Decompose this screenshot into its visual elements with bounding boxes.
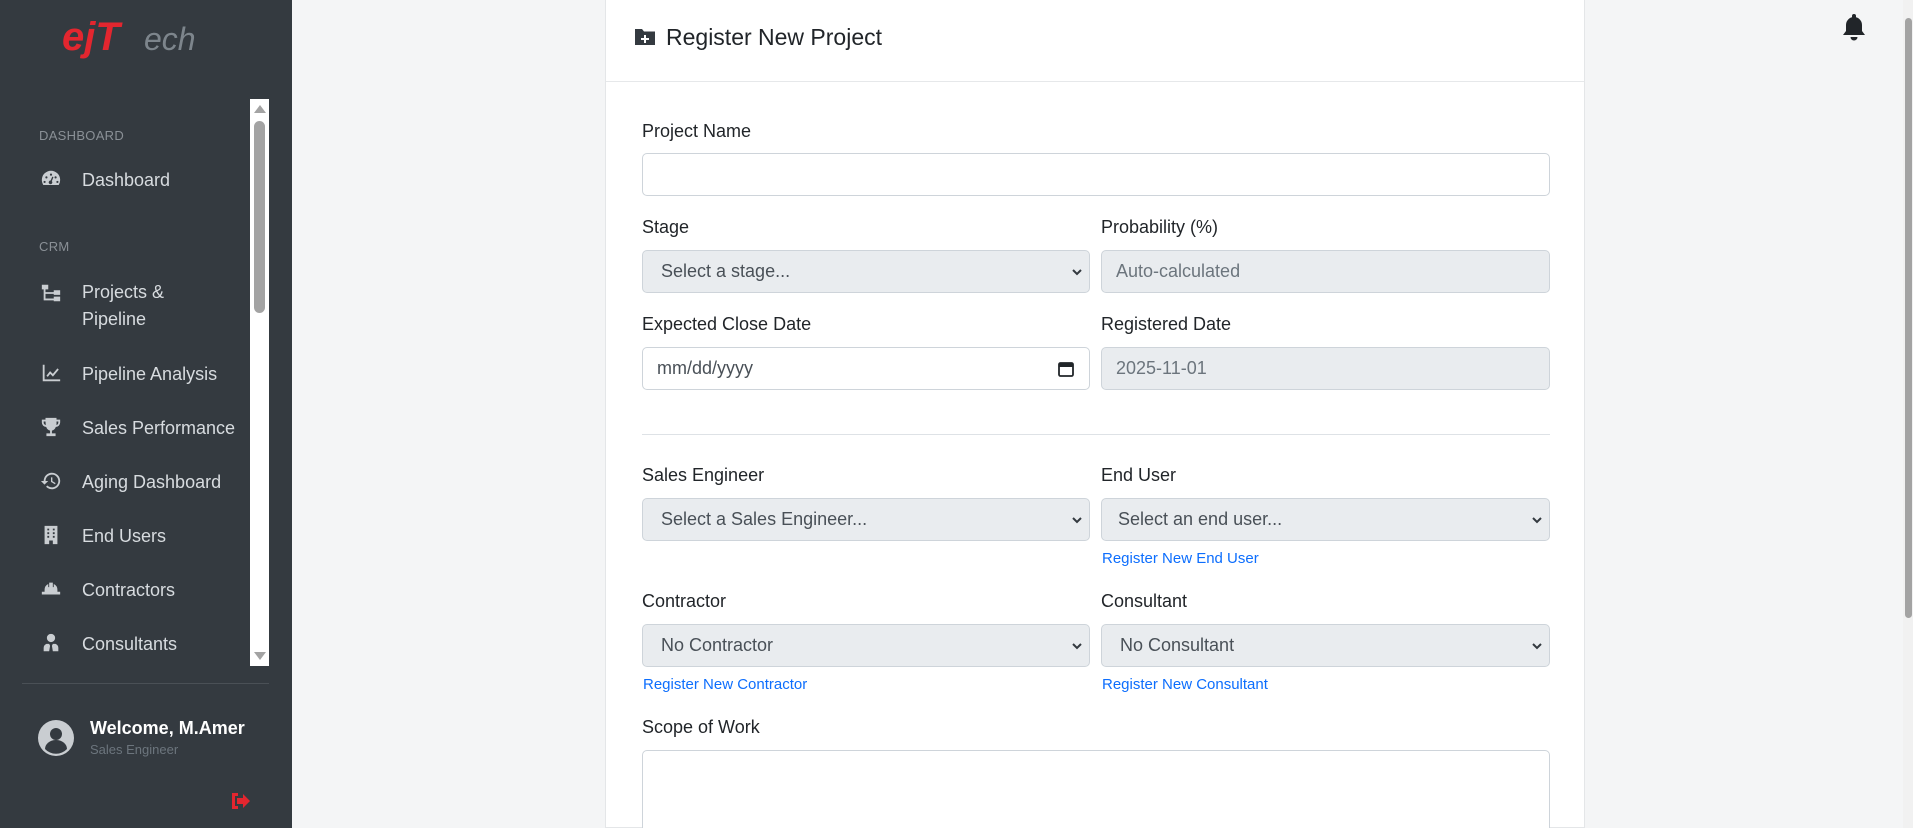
chevron-down-icon <box>1072 517 1082 524</box>
user-tie-icon <box>39 631 63 655</box>
logout-icon[interactable] <box>229 789 253 813</box>
consultant-selected: No Consultant <box>1120 635 1235 655</box>
sales-engineer-label: Sales Engineer <box>642 465 765 485</box>
chevron-down-icon <box>1072 269 1082 276</box>
sidebar-item-projects-pipeline[interactable]: Projects & Pipeline <box>22 279 250 333</box>
register-new-end-user-link[interactable]: Register New End User <box>1102 550 1259 567</box>
expected-close-date-input[interactable]: mm/dd/yyyy <box>642 347 1090 390</box>
contractor-label: Contractor <box>642 591 727 611</box>
hard-hat-icon <box>39 577 63 601</box>
sidebar-nav: DASHBOARD Dashboard CRM Projects & Pipel… <box>22 99 250 666</box>
end-user-select[interactable]: Select an end user... <box>1101 498 1550 541</box>
sidebar-scrollbar[interactable] <box>250 99 269 666</box>
sidebar-item-label: Consultants <box>82 634 178 654</box>
contractor-select[interactable]: No Contractor <box>642 624 1090 667</box>
user-avatar-icon <box>38 720 74 756</box>
consultant-select[interactable]: No Consultant <box>1101 624 1550 667</box>
sidebar-item-end-users[interactable]: End Users <box>22 523 250 550</box>
chevron-down-icon <box>1532 517 1542 524</box>
svg-text:ech: ech <box>144 21 196 57</box>
sitemap-icon <box>39 281 63 305</box>
end-user-selected: Select an end user... <box>1118 509 1283 529</box>
sidebar-item-contractors[interactable]: Contractors <box>22 577 250 604</box>
calendar-icon[interactable] <box>1057 360 1075 378</box>
scroll-up-arrow-icon[interactable] <box>254 105 266 113</box>
scroll-down-arrow-icon[interactable] <box>254 652 266 660</box>
section-label-dashboard: DASHBOARD <box>39 128 125 143</box>
chevron-down-icon <box>1072 643 1082 650</box>
sidebar-item-label: Dashboard <box>82 170 171 190</box>
sidebar-item-sales-performance[interactable]: Sales Performance <box>22 415 250 442</box>
sales-engineer-select[interactable]: Select a Sales Engineer... <box>642 498 1090 541</box>
end-user-label: End User <box>1101 465 1177 485</box>
sidebar-item-aging-dashboard[interactable]: Aging Dashboard <box>22 469 250 496</box>
date-placeholder: mm/dd/yyyy <box>657 358 754 378</box>
page-scroll-thumb[interactable] <box>1905 18 1912 618</box>
project-name-label: Project Name <box>642 121 752 141</box>
register-new-consultant-link[interactable]: Register New Consultant <box>1102 676 1268 693</box>
expected-close-label: Expected Close Date <box>642 314 812 334</box>
scope-of-work-textarea[interactable] <box>642 750 1550 828</box>
chart-line-icon <box>39 361 63 385</box>
gauge-icon <box>39 167 63 191</box>
sidebar-item-label: Sales Performance <box>82 418 236 438</box>
registered-date-input[interactable]: 2025-11-01 <box>1101 347 1550 390</box>
scroll-thumb[interactable] <box>254 121 265 313</box>
sidebar-item-dashboard[interactable]: Dashboard <box>22 167 250 194</box>
register-new-contractor-link[interactable]: Register New Contractor <box>643 676 807 693</box>
sidebar-item-label: Aging Dashboard <box>82 472 222 492</box>
sidebar-divider <box>22 683 269 684</box>
folder-plus-icon <box>635 29 655 45</box>
stage-selected: Select a stage... <box>661 261 791 281</box>
svg-text:ejT: ejT <box>62 15 123 59</box>
consultant-label: Consultant <box>1101 591 1188 611</box>
stage-select[interactable]: Select a stage... <box>642 250 1090 293</box>
notification-bell-icon[interactable] <box>1841 13 1867 41</box>
probability-input[interactable]: Auto-calculated <box>1101 250 1550 293</box>
page-scrollbar[interactable] <box>1903 0 1913 828</box>
section-label-crm: CRM <box>39 239 70 254</box>
sidebar-item-consultants[interactable]: Consultants <box>22 631 250 658</box>
trophy-icon <box>39 415 63 439</box>
register-project-card: Register New Project Project Name Stage … <box>605 0 1585 828</box>
user-role: Sales Engineer <box>90 742 179 757</box>
stage-label: Stage <box>642 217 690 237</box>
sidebar-item-label: Pipeline Analysis <box>82 364 218 384</box>
building-icon <box>39 523 63 547</box>
sidebar-item-pipeline-analysis[interactable]: Pipeline Analysis <box>22 361 250 388</box>
sales-engineer-selected: Select a Sales Engineer... <box>661 509 868 529</box>
chevron-down-icon <box>1532 643 1542 650</box>
probability-label: Probability (%) <box>1101 217 1219 237</box>
registered-date-label: Registered Date <box>1101 314 1232 334</box>
contractor-selected: No Contractor <box>661 635 774 655</box>
scope-of-work-label: Scope of Work <box>642 717 760 737</box>
ejtech-logo: ejT ech <box>62 15 196 59</box>
welcome-text: Welcome, M.Amer <box>90 718 245 738</box>
sidebar-item-label: End Users <box>82 526 167 546</box>
form-divider <box>642 434 1550 435</box>
project-name-input[interactable] <box>642 153 1550 196</box>
page-title: Register New Project <box>666 24 883 50</box>
sidebar-item-label: Contractors <box>82 580 176 600</box>
sidebar: ejT ech DASHBOARD Dashboard CRM Projects… <box>0 0 292 828</box>
card-header: Register New Project <box>606 0 1584 82</box>
sidebar-item-label: Projects & Pipeline <box>82 282 165 329</box>
history-icon <box>39 469 63 493</box>
